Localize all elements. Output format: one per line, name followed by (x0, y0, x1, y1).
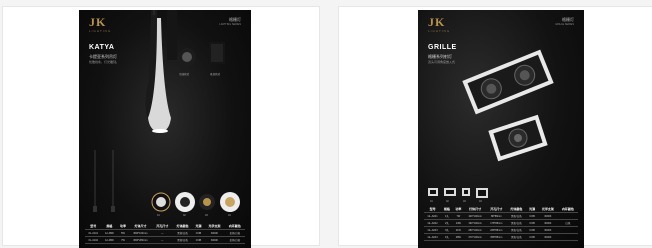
table-cell: 3头 (441, 226, 453, 234)
table-cell: 1头 (441, 212, 453, 220)
table-cell: 3000K (537, 219, 558, 227)
table-cell: 白色 (557, 219, 578, 227)
table-cell: COB (526, 219, 538, 227)
variant-swatches (151, 192, 240, 212)
table-cell: 21W (452, 226, 465, 234)
table-cell: 100*100mm (464, 212, 487, 220)
table-cell: GL-A002 (424, 219, 442, 227)
product-label-1: 吊线款式 (179, 73, 190, 76)
table-cell (557, 226, 578, 234)
table-cell: 黑色/白色 (506, 226, 527, 234)
catalog-page-grille: JK LIGHTING 格栅灯 GRILLE SERIES GRILLE 格栅系… (418, 10, 584, 248)
table-cell: COB (526, 226, 538, 234)
variant-label-3: 03 (463, 200, 466, 203)
variant-label-2: 02 (446, 200, 449, 203)
table-cell: 358*88mm (486, 233, 507, 241)
table-cell: 12-48W (101, 236, 118, 244)
variant-label-2: 02 (183, 214, 186, 217)
table-cell: KL-0102 (85, 236, 102, 244)
catalog-card-grille[interactable]: JK LIGHTING 格栅灯 GRILLE SERIES GRILLE 格栅系… (338, 6, 652, 248)
table-cell: 268*88mm (486, 226, 507, 234)
table-cell: — (152, 229, 173, 237)
table-cell: 黑色/白色 (172, 229, 193, 237)
table-cell: COB (192, 229, 205, 237)
table-cell: 3000K (537, 233, 558, 241)
table-cell: 金色/白色 (224, 229, 245, 237)
spec-table: 型号 规格 功率 灯体尺寸 开孔尺寸 灯体颜色 光源 光学支架 内环颜色 KL-… (85, 223, 245, 244)
table-cell: 12-48W (101, 229, 118, 237)
table-cell: 3000K (204, 229, 225, 237)
table-row: GL-A002 2头 14W 190*100mm 178*88mm 黑色/白色 … (424, 219, 578, 227)
variant-label-4: 04 (228, 214, 231, 217)
variant-label-3: 03 (205, 214, 208, 217)
table-cell: 5W (117, 229, 129, 237)
table-cell: 14W (452, 219, 465, 227)
table-cell: 28W (452, 233, 465, 241)
table-cell (557, 233, 578, 241)
table-cell: Φ60*280mm (128, 236, 153, 244)
table-row: GL-A003 3头 21W 280*100mm 268*88mm 黑色/白色 … (424, 226, 578, 234)
table-cell: 黑色/白色 (506, 233, 527, 241)
table-cell: GL-A004 (424, 233, 442, 241)
table-cell: 88*88mm (486, 212, 507, 220)
variant-label-4: 04 (479, 200, 482, 203)
table-row: KL-0101 12-48W 5W Φ60*160mm — 黑色/白色 COB … (85, 229, 245, 237)
table-cell: GL-A001 (424, 212, 442, 220)
table-cell: 3000K (537, 212, 558, 220)
table-row: KL-0102 12-48W 7W Φ60*280mm — 黑色/白色 COB … (85, 236, 245, 244)
pendant-cables (93, 150, 115, 212)
catalog-card-katya[interactable]: JK LIGHTING 格栅灯 LIGHTING SERIES KATYA 卡提… (2, 6, 320, 248)
table-row: GL-A004 4头 28W 370*100mm 358*88mm 黑色/白色 … (424, 233, 578, 241)
table-cell: 3000K (537, 226, 558, 234)
table-cell: 178*88mm (486, 219, 507, 227)
table-cell: 7W (117, 236, 129, 244)
table-cell: 2头 (441, 219, 453, 227)
table-cell (557, 212, 578, 220)
variant-label-1: 01 (157, 214, 160, 217)
table-cell: COB (526, 233, 538, 241)
catalog-page-katya: JK LIGHTING 格栅灯 LIGHTING SERIES KATYA 卡提… (79, 10, 251, 248)
table-cell: Φ60*160mm (128, 229, 153, 237)
table-cell: 黑色/白色 (506, 212, 527, 220)
table-cell: 黑色/白色 (172, 236, 193, 244)
variant-label-1: 01 (430, 200, 433, 203)
product-label-2: 吸顶款式 (210, 73, 221, 76)
table-cell: 金色/白色 (224, 236, 245, 244)
table-cell: 黑色/白色 (506, 219, 527, 227)
table-row: GL-A001 1头 7W 100*100mm 88*88mm 黑色/白色 CO… (424, 212, 578, 220)
table-cell: 190*100mm (464, 219, 487, 227)
table-cell: COB (192, 236, 205, 244)
table-cell: 280*100mm (464, 226, 487, 234)
table-cell: — (152, 236, 173, 244)
table-cell: 4头 (441, 233, 453, 241)
table-cell: KL-0101 (85, 229, 102, 237)
table-cell: 370*100mm (464, 233, 487, 241)
table-cell: COB (526, 212, 538, 220)
spec-table: 型号 规格 功率 灯体尺寸 开孔尺寸 灯体颜色 光源 光学支架 内环颜色 GL-… (424, 206, 578, 241)
table-cell: GL-A003 (424, 226, 442, 234)
table-cell: 3000K (204, 236, 225, 244)
table-cell: 7W (452, 212, 465, 220)
